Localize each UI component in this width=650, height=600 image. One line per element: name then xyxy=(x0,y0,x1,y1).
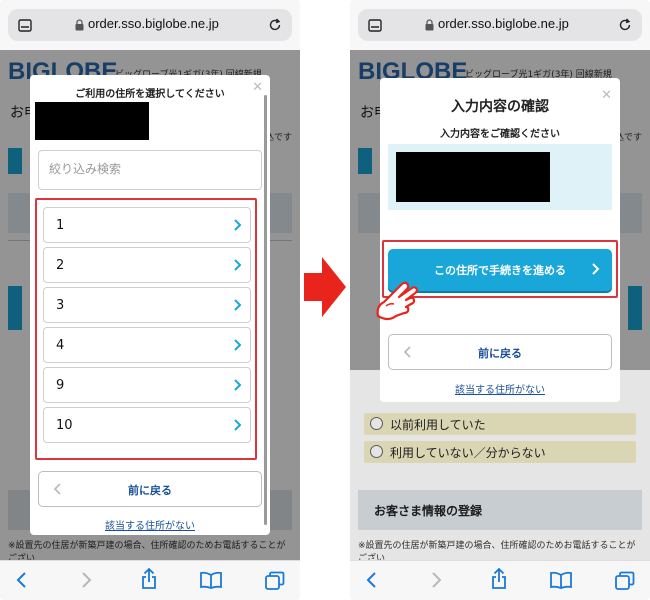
address-list-highlight: 1 2 3 4 9 10 xyxy=(35,198,257,460)
chevron-right-icon xyxy=(234,379,242,391)
address-number: 9 xyxy=(56,378,65,393)
address-number: 1 xyxy=(56,218,65,233)
browser-toolbar xyxy=(0,560,300,600)
filter-search-input[interactable]: 絞り込み検索 xyxy=(38,150,262,190)
browser-address-bar: order.sso.biglobe.ne.jp xyxy=(350,0,650,50)
no-matching-address-link[interactable]: 該当する住所がない xyxy=(380,381,620,396)
back-button-label: 前に戻る xyxy=(128,484,172,497)
address-list-item[interactable]: 4 xyxy=(43,327,251,363)
share-icon[interactable] xyxy=(491,568,507,590)
chevron-right-icon xyxy=(234,339,242,351)
share-icon[interactable] xyxy=(141,568,157,590)
chevron-right-icon xyxy=(234,419,242,431)
forward-arrow-icon[interactable] xyxy=(430,571,442,589)
scrollbar-thumb[interactable] xyxy=(264,95,267,525)
tab-overview-icon[interactable] xyxy=(18,19,32,32)
reload-icon[interactable] xyxy=(268,17,282,32)
address-list-item[interactable]: 9 xyxy=(43,367,251,403)
back-button[interactable]: 前に戻る xyxy=(38,471,262,507)
chevron-right-icon xyxy=(234,299,242,311)
modal-subtitle: 入力内容をご確認ください xyxy=(440,129,560,140)
url-text: order.sso.biglobe.ne.jp xyxy=(88,16,219,31)
redacted-block xyxy=(396,152,550,202)
address-list-item[interactable]: 1 xyxy=(43,207,251,243)
entered-info-box xyxy=(388,144,612,210)
back-arrow-icon[interactable] xyxy=(366,571,378,589)
address-list-item[interactable]: 2 xyxy=(43,247,251,283)
lock-icon xyxy=(75,19,84,31)
forward-arrow-icon[interactable] xyxy=(80,571,92,589)
url-field[interactable]: order.sso.biglobe.ne.jp xyxy=(8,9,292,41)
redacted-block xyxy=(35,102,149,140)
modal-title: 入力内容の確認 xyxy=(451,99,549,115)
phone-screen-right: order.sso.biglobe.ne.jp BIGLOBE ビッグローブ光1… xyxy=(350,0,650,600)
back-button-label: 前に戻る xyxy=(478,347,522,360)
address-list-item[interactable]: 10 xyxy=(43,407,251,443)
tabs-icon[interactable] xyxy=(615,571,635,591)
phone-screen-left: order.sso.biglobe.ne.jp BIGLOBE ビッグローブ光1… xyxy=(0,0,300,600)
back-button[interactable]: 前に戻る xyxy=(388,334,612,370)
browser-toolbar xyxy=(350,560,650,600)
lock-icon xyxy=(425,19,434,31)
transition-arrow-icon xyxy=(304,257,346,317)
chevron-right-icon xyxy=(234,219,242,231)
address-select-modal: ✕ ご利用の住所を選択してください 絞り込み検索 1 2 3 4 9 10 前に… xyxy=(30,75,270,535)
address-list-item[interactable]: 3 xyxy=(43,287,251,323)
url-text: order.sso.biglobe.ne.jp xyxy=(438,16,569,31)
url-field[interactable]: order.sso.biglobe.ne.jp xyxy=(358,9,642,41)
reload-icon[interactable] xyxy=(618,17,632,32)
back-arrow-icon[interactable] xyxy=(16,571,28,589)
bookmarks-icon[interactable] xyxy=(550,571,572,589)
chevron-right-icon xyxy=(234,259,242,271)
address-number: 2 xyxy=(56,258,65,273)
pointing-hand-icon xyxy=(376,281,419,321)
address-number: 10 xyxy=(56,418,73,433)
browser-address-bar: order.sso.biglobe.ne.jp xyxy=(0,0,300,50)
tabs-icon[interactable] xyxy=(265,571,285,591)
modal-title: ご利用の住所を選択してください xyxy=(75,89,225,100)
no-matching-address-link[interactable]: 該当する住所がない xyxy=(30,517,270,532)
tab-overview-icon[interactable] xyxy=(368,19,382,32)
address-number: 4 xyxy=(56,338,65,353)
bookmarks-icon[interactable] xyxy=(200,571,222,589)
chevron-right-icon xyxy=(592,263,600,275)
address-number: 3 xyxy=(56,298,65,313)
confirm-modal: ✕ 入力内容の確認 入力内容をご確認ください この住所で手続きを進める 前に戻る… xyxy=(376,78,620,402)
